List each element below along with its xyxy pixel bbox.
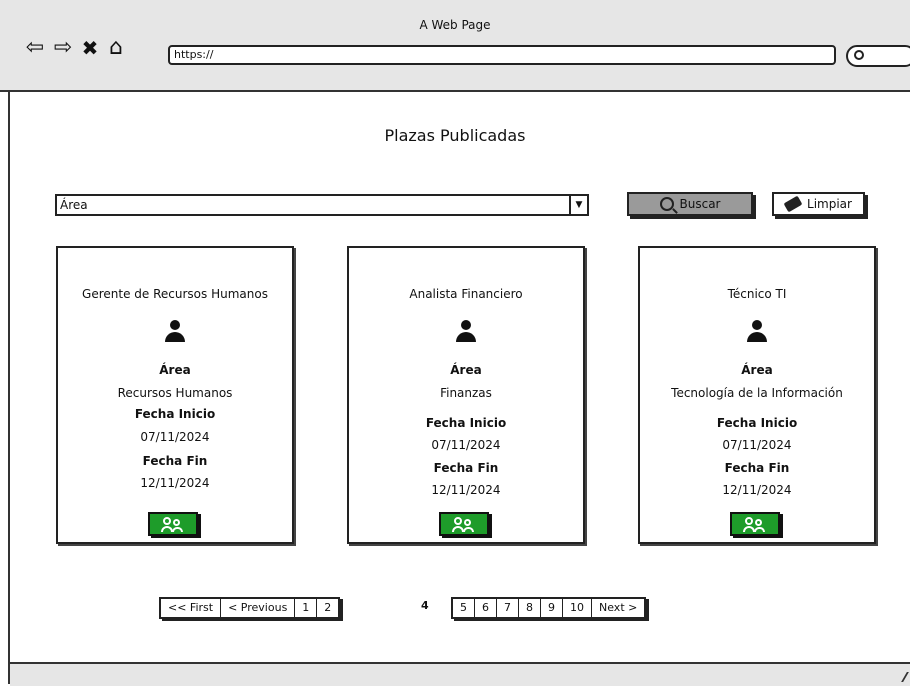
page-title: Plazas Publicadas (384, 126, 526, 145)
end-date-value: 12/11/2024 (431, 483, 501, 497)
search-icon (659, 197, 674, 211)
url-bar[interactable]: https:// (168, 45, 836, 65)
browser-search-box[interactable] (846, 45, 910, 67)
resize-grip-icon[interactable] (891, 672, 909, 682)
clear-button-label: Limpiar (807, 197, 852, 211)
applicants-button[interactable] (730, 512, 780, 536)
start-date-value: 07/11/2024 (140, 430, 210, 444)
window-title: A Web Page (419, 18, 491, 32)
area-label: Área (450, 363, 482, 377)
start-date-label: Fecha Inicio (134, 407, 216, 421)
close-icon[interactable]: ✖ (77, 36, 103, 60)
pagination-page[interactable]: 1 (295, 599, 318, 617)
end-date-label: Fecha Fin (142, 454, 208, 468)
pagination-page[interactable]: 2 (317, 599, 338, 617)
area-select-value: Área (60, 198, 88, 212)
start-date-value: 07/11/2024 (431, 438, 501, 452)
area-label: Área (159, 363, 191, 377)
pagination-page[interactable]: 10 (563, 599, 592, 617)
pagination-page[interactable]: 5 (453, 599, 475, 617)
pagination-current-page: 4 (421, 599, 429, 612)
pagination-page[interactable]: 7 (497, 599, 519, 617)
browser-toolbar: A Web Page ⇦ ⇨ ✖ ⌂ https:// (0, 0, 910, 92)
area-select[interactable]: Área ▼ (55, 194, 589, 216)
clear-button[interactable]: Limpiar (772, 192, 865, 216)
person-icon (747, 320, 767, 342)
end-date-label: Fecha Fin (433, 461, 499, 475)
applicants-button[interactable] (148, 512, 198, 536)
start-date-label: Fecha Inicio (425, 416, 507, 430)
person-icon (165, 320, 185, 342)
back-arrow-icon[interactable]: ⇦ (22, 36, 48, 60)
area-value: Tecnología de la Información (671, 386, 843, 400)
applicants-button[interactable] (439, 512, 489, 536)
start-date-label: Fecha Inicio (716, 416, 798, 430)
person-icon (456, 320, 476, 342)
search-button[interactable]: Buscar (627, 192, 753, 216)
job-title: Gerente de Recursos Humanos (82, 287, 268, 301)
end-date-value: 12/11/2024 (140, 476, 210, 490)
search-icon (854, 50, 864, 60)
status-bar (10, 662, 910, 686)
eraser-icon (783, 195, 803, 213)
chevron-down-icon[interactable]: ▼ (569, 196, 587, 214)
area-value: Finanzas (440, 386, 492, 400)
window-border (8, 90, 10, 684)
pagination-previous[interactable]: < Previous (221, 599, 296, 617)
home-icon[interactable]: ⌂ (103, 36, 129, 60)
end-date-value: 12/11/2024 (722, 483, 792, 497)
area-value: Recursos Humanos (117, 386, 233, 400)
pagination-page[interactable]: 8 (519, 599, 541, 617)
pagination-right: 5 6 7 8 9 10 Next > (451, 597, 647, 619)
browser-window: A Web Page ⇦ ⇨ ✖ ⌂ https:// Plazas Publi… (0, 0, 910, 686)
start-date-value: 07/11/2024 (722, 438, 792, 452)
job-title: Analista Financiero (409, 287, 523, 301)
pagination-left: << First < Previous 1 2 (159, 597, 341, 619)
job-title: Técnico TI (727, 287, 787, 301)
forward-arrow-icon[interactable]: ⇨ (50, 36, 76, 60)
job-card: Gerente de Recursos Humanos Área Recurso… (56, 246, 294, 544)
pagination-first[interactable]: << First (161, 599, 222, 617)
job-card: Analista Financiero Área Finanzas Fecha … (347, 246, 585, 544)
search-button-label: Buscar (679, 197, 721, 211)
pagination-page[interactable]: 9 (541, 599, 563, 617)
area-label: Área (741, 363, 773, 377)
pagination-next[interactable]: Next > (592, 599, 644, 617)
pagination-page[interactable]: 6 (475, 599, 497, 617)
job-card: Técnico TI Área Tecnología de la Informa… (638, 246, 876, 544)
end-date-label: Fecha Fin (724, 461, 790, 475)
